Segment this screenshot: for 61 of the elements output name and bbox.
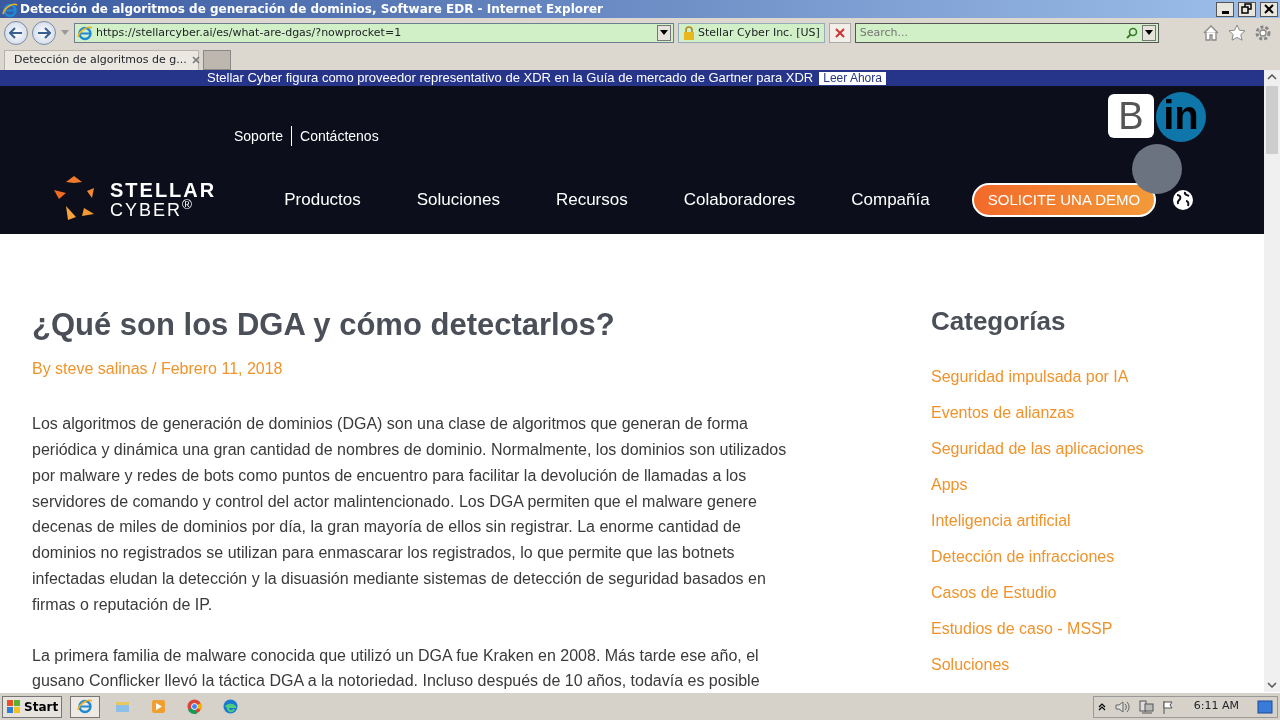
stop-button[interactable] xyxy=(828,23,851,43)
nav-link[interactable]: Productos xyxy=(284,187,361,213)
article-paragraph: Los algoritmos de generación de dominios (DGA) son una clase de algoritmos que generan de forma periódica y dinámica una gran cantidad de nombres de dominio. Normalmente, los dominios son utilizados por malware y redes de bots como puntos de encuentro para facilitar la devolución de llamadas a los servidores de comando y control del actor malintencionado. Los DGA permiten que el malware genere decenas de miles de dominios por día, la gran mayoría de ellos sin registrar. La enorme cantidad de dominios no registrados se utilizan para enmascarar los registrados, lo que permite que las botnets infectadas eludan la detección y la disuasión mediante sistemas de detección de seguridad basados en firmas o reputación de IP. xyxy=(32,414,788,615)
dropdown-button[interactable] xyxy=(1141,25,1156,41)
article-title: ¿Qué son los DGA y cómo detectarlos? xyxy=(32,306,616,344)
browser-icon xyxy=(2,1,18,18)
flag-icon[interactable] xyxy=(1161,699,1176,714)
minimize-icon xyxy=(1221,10,1229,14)
settings-icon[interactable] xyxy=(1254,24,1272,42)
close-icon xyxy=(1263,3,1275,15)
social-button[interactable]: B xyxy=(1108,94,1154,138)
nav-link[interactable]: Compañía xyxy=(851,187,930,213)
star-icon[interactable] xyxy=(1228,24,1246,42)
caret-icon xyxy=(660,30,668,36)
scrollbar-thumb[interactable] xyxy=(1266,86,1278,154)
close-icon xyxy=(834,28,845,38)
forward-arrow-icon xyxy=(37,27,51,39)
site-logo[interactable]: STELLAR CYBER$^{®}$ xyxy=(48,174,217,226)
chrome-icon[interactable] xyxy=(185,698,203,715)
utility-link[interactable]: Soporte xyxy=(234,125,284,147)
article-paragraph: La primera familia de malware conocida que utilizó un DGA fue Kraken en 2008. Más tarde ese año, el gusano Conflicker llevó la táctica DGA a la notoriedad. Incluso después de 10 años, todavía es posible xyxy=(32,645,761,692)
back-arrow-icon xyxy=(9,27,23,39)
search-icon[interactable] xyxy=(1125,27,1138,39)
avatar-circle[interactable] xyxy=(1132,144,1182,194)
lock-icon xyxy=(683,26,695,40)
security-badge[interactable]: Stellar Cyber Inc. [US] xyxy=(678,23,825,43)
address-field[interactable]: https://stellarcyber.ai/es/what-are-dgas/?nowprocket=1 xyxy=(74,23,674,43)
browser-icon[interactable] xyxy=(76,698,94,715)
restore-button[interactable] xyxy=(1238,1,1256,17)
caret-icon xyxy=(1144,30,1153,36)
article-meta: By steve salinas / Febrero 11, 2018 xyxy=(32,359,284,380)
chevron-up-icon[interactable] xyxy=(1097,702,1106,711)
minimize-button[interactable] xyxy=(1216,1,1234,17)
nav-link[interactable]: Colaboradores xyxy=(683,187,796,213)
scroll-down-icon[interactable] xyxy=(1267,682,1277,688)
home-icon[interactable] xyxy=(1202,24,1220,42)
close-button[interactable] xyxy=(1260,1,1278,17)
banner-link[interactable]: Leer Ahora xyxy=(819,71,886,85)
nav-link[interactable]: Recursos xyxy=(555,187,628,213)
show-desktop-icon[interactable] xyxy=(1257,699,1273,714)
scroll-up-icon[interactable] xyxy=(1267,74,1277,80)
edge-icon[interactable] xyxy=(221,698,239,715)
speaker-icon[interactable] xyxy=(1113,699,1130,714)
social-button[interactable]: in xyxy=(1156,92,1206,142)
back-button[interactable] xyxy=(4,21,28,45)
forward-button[interactable] xyxy=(32,21,56,45)
browser-tab[interactable]: Detección de algoritmos de g... xyxy=(4,50,199,70)
banner-text: Stellar Cyber figura como proveedor representativo de XDR en la Guía de mercado de Gartner para XDR xyxy=(207,70,814,88)
network-icon[interactable] xyxy=(1137,699,1154,714)
start-button[interactable]: Start xyxy=(2,695,63,718)
window-title: Detección de algoritmos de generación de dominios, Software EDR - Internet Explorer xyxy=(20,1,603,18)
utility-link[interactable]: Contáctenos xyxy=(300,125,379,147)
site-icon xyxy=(77,25,93,41)
nav-link[interactable]: Soluciones xyxy=(416,187,500,213)
sidebar-title: Categorías xyxy=(931,306,1067,338)
dropdown-button[interactable] xyxy=(657,25,671,41)
windows-logo-icon xyxy=(6,698,22,715)
search-input[interactable]: Search... xyxy=(857,24,1126,42)
restore-icon xyxy=(1241,3,1253,15)
search-field[interactable]: Search... xyxy=(854,23,1159,43)
clock-text: 6:11 AM xyxy=(1193,698,1239,715)
